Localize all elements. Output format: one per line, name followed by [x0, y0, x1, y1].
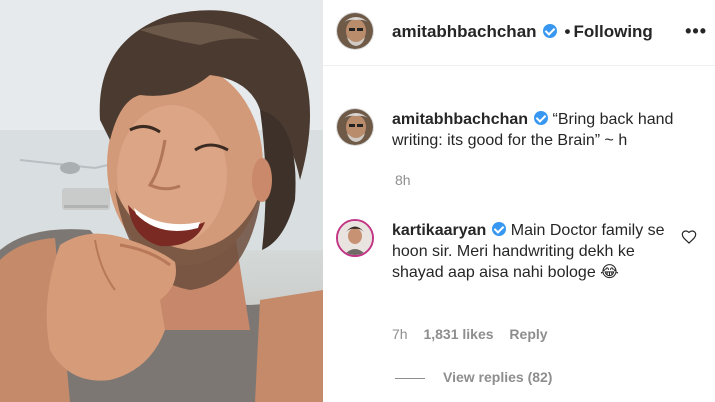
comments-panel: amitabhbachchan • Following ••• amitabhbac…: [323, 0, 715, 402]
verified-badge-icon: [492, 222, 507, 236]
reply-avatar-image: [338, 221, 372, 255]
verified-badge-icon: [542, 24, 557, 38]
header-username[interactable]: amitabhbachchan: [392, 22, 537, 41]
reply-avatar[interactable]: [336, 219, 374, 257]
following-button[interactable]: Following: [574, 22, 653, 41]
caption-timestamp[interactable]: 8h: [395, 172, 411, 188]
reply-button[interactable]: Reply: [509, 326, 547, 342]
divider-line: [395, 377, 425, 379]
caption-username[interactable]: amitabhbachchan: [392, 111, 528, 128]
post-header: amitabhbachchan • Following •••: [323, 0, 715, 66]
caption-comment: amitabhbachchan “Bring back hand writing…: [392, 109, 707, 151]
caption-avatar[interactable]: [336, 108, 374, 146]
more-options-icon[interactable]: •••: [685, 21, 707, 42]
reply-likes[interactable]: 1,831 likes: [423, 326, 493, 342]
separator-dot: •: [564, 22, 571, 41]
view-replies-button[interactable]: View replies (82): [395, 369, 552, 385]
reply-timestamp[interactable]: 7h: [392, 326, 408, 342]
reply-comment: kartikaaryan Main Doctor family se hoon …: [392, 220, 677, 283]
view-replies-label: View replies (82): [443, 369, 553, 385]
header-user-line: amitabhbachchan • Following: [392, 22, 653, 42]
reply-meta: 7h 1,831 likes Reply: [392, 326, 560, 342]
post-photo-image: [0, 0, 323, 402]
post-photo: [0, 0, 323, 402]
heart-icon[interactable]: [681, 229, 697, 245]
reply-username[interactable]: kartikaaryan: [392, 222, 486, 239]
verified-badge-icon: [534, 111, 549, 125]
author-avatar-image: [337, 13, 373, 49]
author-avatar[interactable]: [336, 12, 374, 50]
caption-avatar-image: [337, 109, 373, 145]
